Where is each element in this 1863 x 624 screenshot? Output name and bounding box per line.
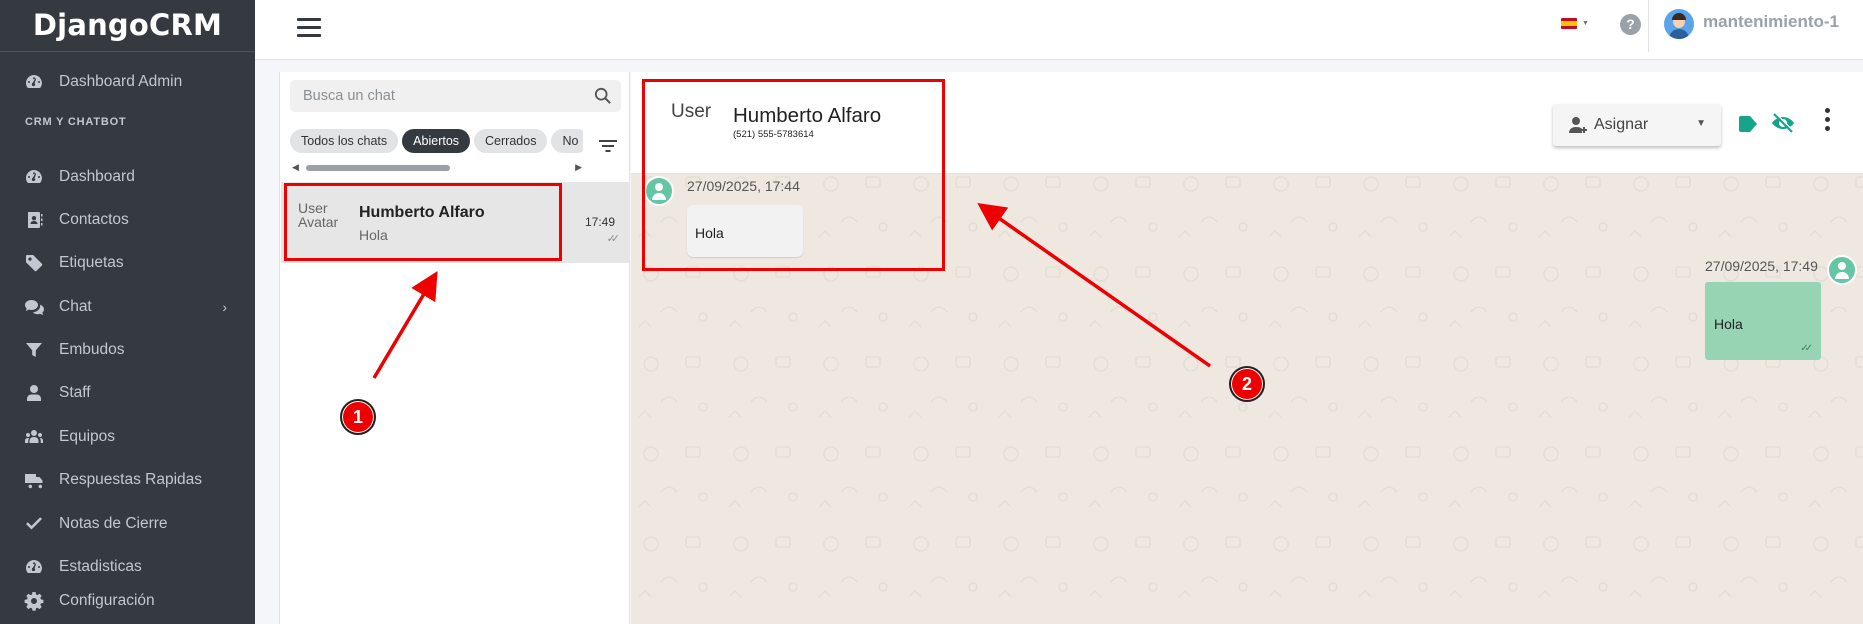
sidebar-item-label: Embudos	[59, 341, 125, 358]
chevron-down-icon: ▼	[1696, 118, 1706, 129]
annotation-box-conversation-header	[642, 79, 945, 271]
search-icon[interactable]	[594, 87, 612, 105]
brand-logo[interactable]: DjangoCRM	[0, 0, 255, 52]
outgoing-message-timestamp: 27/09/2025, 17:49	[1705, 258, 1818, 274]
comments-icon	[25, 300, 44, 315]
chat-list-panel: Todos los chatsAbiertosCerradosNo ◀ ▶ Us…	[279, 72, 630, 624]
more-options-icon[interactable]	[1825, 108, 1831, 136]
filter-pill-closed[interactable]: Cerrados	[474, 129, 548, 153]
double-check-icon: ✓✓	[606, 233, 621, 245]
user-name: mantenimiento-1	[1703, 12, 1840, 31]
gauge-icon	[26, 560, 42, 573]
sidebar-item-label: Staff	[59, 384, 91, 401]
sidebar-item-label: Equipos	[59, 428, 116, 445]
annotation-marker-1: 1	[340, 399, 376, 435]
filter-icon	[26, 343, 42, 357]
user-avatar	[1664, 9, 1694, 39]
gear-icon	[24, 592, 44, 611]
language-dropdown-caret-icon[interactable]: ▼	[1582, 20, 1589, 27]
gauge-icon	[26, 170, 42, 183]
address-book-icon	[28, 212, 43, 228]
sidebar: DjangoCRM Dashboard Admin CRM Y CHATBOT …	[0, 0, 255, 624]
user-menu[interactable]: mantenimiento-1	[1648, 0, 1863, 52]
filter-pill-open[interactable]: Abiertos	[402, 129, 471, 153]
assign-label: Asignar	[1594, 116, 1649, 133]
hamburger-menu-icon[interactable]	[297, 18, 321, 38]
tags-icon	[26, 255, 43, 272]
outgoing-message-bubble: Hola ✓✓	[1705, 282, 1821, 360]
sidebar-item-respuestas-rapidas[interactable]: Respuestas Rapidas	[0, 461, 255, 499]
spain-flag-icon[interactable]	[1561, 18, 1577, 29]
sidebar-item-label: Notas de Cierre	[59, 515, 168, 532]
sidebar-item-notas-de-cierre[interactable]: Notas de Cierre	[0, 505, 255, 543]
chat-filter-pills: Todos los chats Abiertos Cerrados No	[290, 129, 583, 153]
sidebar-item-label: Contactos	[59, 211, 129, 228]
chat-time: 17:49	[584, 215, 615, 229]
assign-dropdown[interactable]: Asignar ▼	[1553, 104, 1721, 146]
sidebar-item-embudos[interactable]: Embudos	[0, 331, 255, 369]
double-check-icon: ✓✓	[1800, 343, 1813, 354]
sidebar-section-header: CRM Y CHATBOT	[25, 116, 127, 128]
filter-pill-unread[interactable]: No	[551, 129, 583, 153]
sidebar-item-etiquetas[interactable]: Etiquetas	[0, 244, 255, 282]
sidebar-item-estadisticas[interactable]: Estadisticas	[0, 548, 255, 586]
scroll-left-arrow-icon[interactable]: ◀	[292, 162, 299, 173]
chat-search-input[interactable]	[290, 80, 621, 112]
users-icon	[25, 430, 43, 443]
sidebar-item-label: Configuración	[59, 592, 155, 609]
user-assign-icon	[1569, 117, 1587, 133]
filter-horizontal-scrollbar[interactable]: ◀ ▶	[292, 162, 582, 174]
sidebar-item-dashboard-admin[interactable]: Dashboard Admin	[0, 63, 255, 101]
annotation-marker-2: 2	[1229, 366, 1265, 402]
sidebar-item-label: Dashboard	[59, 168, 135, 185]
sidebar-item-label: Estadisticas	[59, 558, 142, 575]
outgoing-message-text: Hola	[1714, 316, 1743, 332]
chevron-right-icon: ›	[222, 299, 227, 315]
outgoing-message-avatar	[1827, 255, 1857, 285]
scrollbar-thumb[interactable]	[306, 165, 450, 171]
sidebar-item-label: Respuestas Rapidas	[59, 471, 203, 488]
annotation-box-chat-item	[284, 183, 562, 261]
sidebar-item-label: Dashboard Admin	[59, 73, 183, 90]
help-icon[interactable]: ?	[1620, 14, 1641, 35]
check-icon	[26, 517, 42, 530]
filter-pill-all[interactable]: Todos los chats	[290, 129, 399, 153]
top-navbar: ▼ ? mantenimiento-1	[255, 0, 1863, 60]
sidebar-item-dashboard[interactable]: Dashboard	[0, 158, 255, 196]
sidebar-item-contactos[interactable]: Contactos	[0, 201, 255, 239]
user-icon	[27, 385, 41, 401]
scroll-right-arrow-icon[interactable]: ▶	[575, 162, 582, 173]
sidebar-item-label: Etiquetas	[59, 254, 124, 271]
eye-slash-icon[interactable]	[1771, 112, 1795, 134]
truck-fast-icon	[25, 474, 43, 489]
sidebar-item-configuracion[interactable]: Configuración	[0, 582, 255, 620]
gauge-icon	[26, 75, 42, 88]
sidebar-item-staff[interactable]: Staff	[0, 374, 255, 412]
filter-list-icon[interactable]	[598, 138, 618, 154]
sidebar-item-equipos[interactable]: Equipos	[0, 418, 255, 456]
tag-icon[interactable]	[1737, 114, 1759, 134]
sidebar-item-chat[interactable]: Chat ›	[0, 288, 255, 326]
sidebar-item-label: Chat	[59, 298, 92, 315]
